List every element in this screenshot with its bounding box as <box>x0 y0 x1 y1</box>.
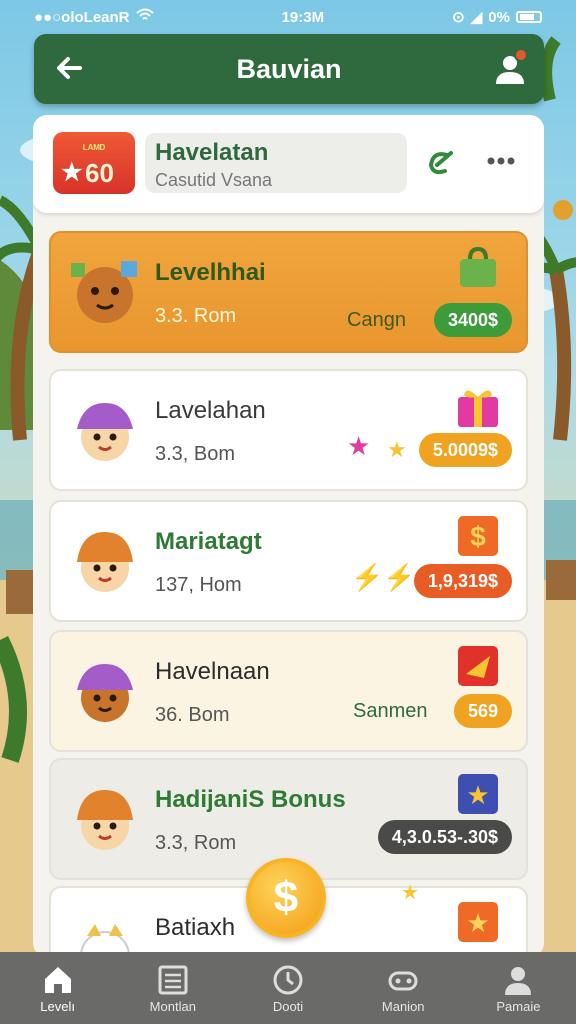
level-badge: ᴸᴬᴹᴰ ★ 60 <box>53 132 135 194</box>
signal-icon: ◢ <box>470 9 483 26</box>
row-title: Havelnaan <box>155 658 270 685</box>
more-options-icon[interactable] <box>481 143 521 179</box>
status-bar: ●●○oloLeanR 19:3M ⊙ ◢ 0% <box>0 0 576 34</box>
svg-text:★: ★ <box>466 781 489 811</box>
bottom-nav: Levelı Montlan Dooti Manion Pamaie <box>0 952 576 1024</box>
reward-amount[interactable]: 5.0009$ <box>418 433 512 467</box>
profile-card: ᴸᴬᴹᴰ ★ 60 Havelatan Casutid Vsana <box>33 115 544 213</box>
row-title: HadijaniS Bonus <box>155 786 346 813</box>
row-subtitle: 36. Bom <box>155 704 230 726</box>
gift-box-icon <box>458 390 498 427</box>
nav-clock[interactable]: Dooti <box>230 952 345 1024</box>
profile-name-box: Havelatan Casutid Vsana <box>145 133 407 193</box>
wifi-icon <box>135 8 154 26</box>
star-card-icon: ★ <box>458 902 498 942</box>
nav-mission[interactable]: Manion <box>346 952 461 1024</box>
star-icon: ★ <box>387 437 407 462</box>
row-title: Mariatagt <box>155 528 262 555</box>
reward-label: Sanmen <box>353 700 428 722</box>
back-arrow-icon[interactable] <box>50 48 90 88</box>
edit-icon[interactable] <box>423 147 455 179</box>
star-icon: ★ <box>61 159 83 186</box>
clock: 19:3M <box>281 8 325 26</box>
nav-profile[interactable]: Pamaie <box>461 952 576 1024</box>
row-subtitle: 137, Hom <box>155 574 242 596</box>
nav-label: Manion <box>381 998 425 1014</box>
svg-text:$: $ <box>470 521 486 552</box>
character-avatar <box>77 403 133 461</box>
row-title: Batiaxh <box>155 914 236 941</box>
profile-button[interactable] <box>490 48 530 88</box>
character-avatar <box>77 790 133 850</box>
star-card-icon: ★ <box>458 774 498 814</box>
alarm-icon: ⊙ <box>452 9 465 26</box>
main-panel: ᴸᴬᴹᴰ ★ 60 Havelatan Casutid Vsana Levelh… <box>33 115 544 957</box>
battery-icon <box>515 11 542 23</box>
row-title: Levelhhai <box>155 259 266 286</box>
lightning-icon: ⚡⚡ <box>351 562 416 592</box>
app-header: Bauvian <box>34 34 544 104</box>
reward-amount[interactable]: 1,9,319$ <box>413 564 512 598</box>
calendar-list-icon <box>158 965 188 994</box>
row-subtitle: 3.3, Rom <box>155 832 237 854</box>
level-row[interactable]: Mariatagt 137, Hom $ ⚡⚡ 1,9,319$ <box>49 500 528 622</box>
reward-label: Cangn <box>347 309 406 331</box>
reward-amount[interactable]: 3400$ <box>433 303 512 337</box>
nav-label: Levelı <box>40 998 75 1014</box>
character-avatar <box>77 664 133 722</box>
dollar-card-icon: $ <box>458 516 498 556</box>
clock-icon <box>273 965 303 994</box>
row-title: Lavelahan <box>155 397 266 424</box>
nav-label: Pamaie <box>496 998 541 1014</box>
profile-subtitle: Casutid Vsana <box>155 170 273 190</box>
character-avatar <box>80 924 130 957</box>
reward-amount[interactable]: 4,3.0.53-.30$ <box>377 820 512 854</box>
coin-button[interactable]: $ <box>246 858 326 938</box>
badge-caption: ᴸᴬᴹᴰ <box>83 142 106 156</box>
character-avatar <box>77 532 133 592</box>
row-subtitle: 3.3, Bom <box>155 443 236 465</box>
page-title: Bauvian <box>236 53 342 84</box>
notification-dot <box>514 48 528 62</box>
gamepad-icon <box>388 971 418 990</box>
shopping-bag-icon <box>460 246 496 287</box>
nav-label: Montlan <box>149 998 196 1014</box>
carrier-label: ●●○oloLeanR <box>34 8 130 26</box>
ticket-icon <box>458 646 498 686</box>
badge-number: 60 <box>85 158 114 188</box>
star-icon: ★ <box>401 882 419 904</box>
person-icon <box>505 966 532 995</box>
row-subtitle: 3.3. Rom <box>155 305 237 327</box>
reward-amount[interactable]: 569 <box>453 694 512 728</box>
profile-name: Havelatan <box>155 139 269 166</box>
nav-levels[interactable]: Levelı <box>0 952 115 1024</box>
nav-month[interactable]: Montlan <box>115 952 230 1024</box>
level-row[interactable]: Levelhhai 3.3. Rom Cangn 3400$ <box>49 231 528 353</box>
star-icon: ★ <box>347 431 371 461</box>
battery-percent: 0% <box>488 8 510 26</box>
level-row[interactable]: Havelnaan 36. Bom Sanmen 569 <box>49 630 528 752</box>
nav-label: Dooti <box>272 998 304 1014</box>
character-avatar <box>71 261 137 323</box>
home-icon <box>44 966 71 993</box>
svg-text:★: ★ <box>466 909 489 939</box>
level-row[interactable]: Lavelahan 3.3, Bom ★ ★ 5.0009$ <box>49 369 528 491</box>
